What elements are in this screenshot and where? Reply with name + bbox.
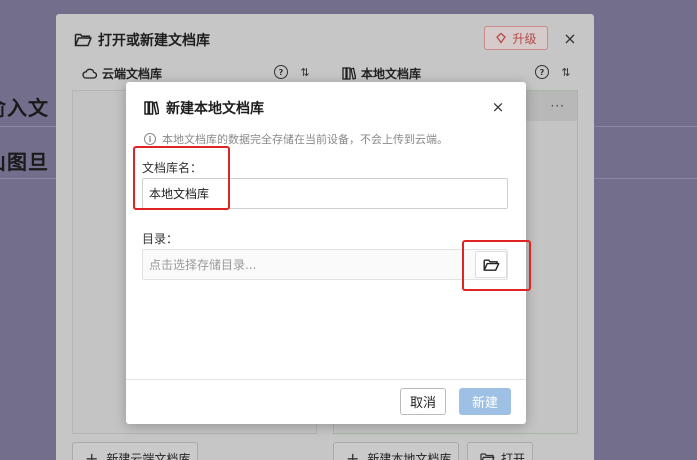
upgrade-button[interactable]: 升级 <box>484 26 548 50</box>
books-icon <box>342 66 356 80</box>
plus-icon: + <box>346 448 360 460</box>
modal-footer: 取消 新建 <box>126 379 526 424</box>
directory-label: 目录： <box>142 232 179 246</box>
new-cloud-library-label: 新建云端文档库 <box>106 451 191 460</box>
background-divider <box>0 178 56 179</box>
new-local-library-modal: 新建本地文档库 × i 本地文档库的数据完全存储在当前设备，不会上传到云端。 文… <box>126 82 531 424</box>
background-text-2: 山图旦 <box>0 150 49 174</box>
more-icon[interactable]: ··· <box>551 99 565 113</box>
diamond-icon <box>496 32 507 44</box>
browse-folder-button[interactable] <box>475 251 507 278</box>
upgrade-label: 升级 <box>512 31 537 46</box>
close-icon[interactable]: × <box>490 97 506 117</box>
open-library-label: 打开 <box>501 451 526 460</box>
help-icon[interactable]: ? <box>535 65 549 79</box>
info-text: 本地文档库的数据完全存储在当前设备，不会上传到云端。 <box>162 133 448 146</box>
plus-icon: + <box>85 448 99 460</box>
books-icon <box>144 101 159 115</box>
folder-open-icon <box>483 259 499 271</box>
new-cloud-library-button[interactable]: + 新建云端文档库 <box>72 442 198 460</box>
close-icon[interactable]: × <box>562 28 578 48</box>
help-icon[interactable]: ? <box>274 65 288 79</box>
library-name-input[interactable] <box>142 178 508 209</box>
background-divider <box>594 126 697 127</box>
dialog-title: 打开或新建文档库 <box>74 30 210 50</box>
background-divider <box>594 178 697 179</box>
info-message: i 本地文档库的数据完全存储在当前设备，不会上传到云端。 <box>144 131 448 147</box>
cancel-button[interactable]: 取消 <box>400 388 446 415</box>
sort-icon[interactable]: ⇅ <box>298 65 312 79</box>
directory-input[interactable] <box>142 249 508 280</box>
create-button[interactable]: 新建 <box>459 388 511 415</box>
info-icon: i <box>144 133 156 145</box>
modal-title: 新建本地文档库 <box>144 98 264 118</box>
background-divider <box>0 126 56 127</box>
cloud-library-title: 云端文档库 <box>102 66 163 81</box>
library-name-label: 文档库名： <box>142 161 203 175</box>
cloud-icon <box>82 68 97 79</box>
new-local-library-button[interactable]: + 新建本地文档库 <box>333 442 459 460</box>
new-local-library-label: 新建本地文档库 <box>367 451 452 460</box>
folder-open-icon <box>74 33 92 47</box>
local-library-header: 本地文档库 <box>342 64 421 82</box>
local-library-title: 本地文档库 <box>361 66 422 81</box>
open-library-button[interactable]: 打开 <box>467 442 533 460</box>
dialog-title-text: 打开或新建文档库 <box>98 33 210 49</box>
folder-open-icon <box>480 452 495 460</box>
modal-title-text: 新建本地文档库 <box>166 101 264 117</box>
cloud-library-header: 云端文档库 <box>82 64 162 82</box>
background-text-1: 俞入文 <box>0 96 49 120</box>
sort-icon[interactable]: ⇅ <box>559 65 573 79</box>
